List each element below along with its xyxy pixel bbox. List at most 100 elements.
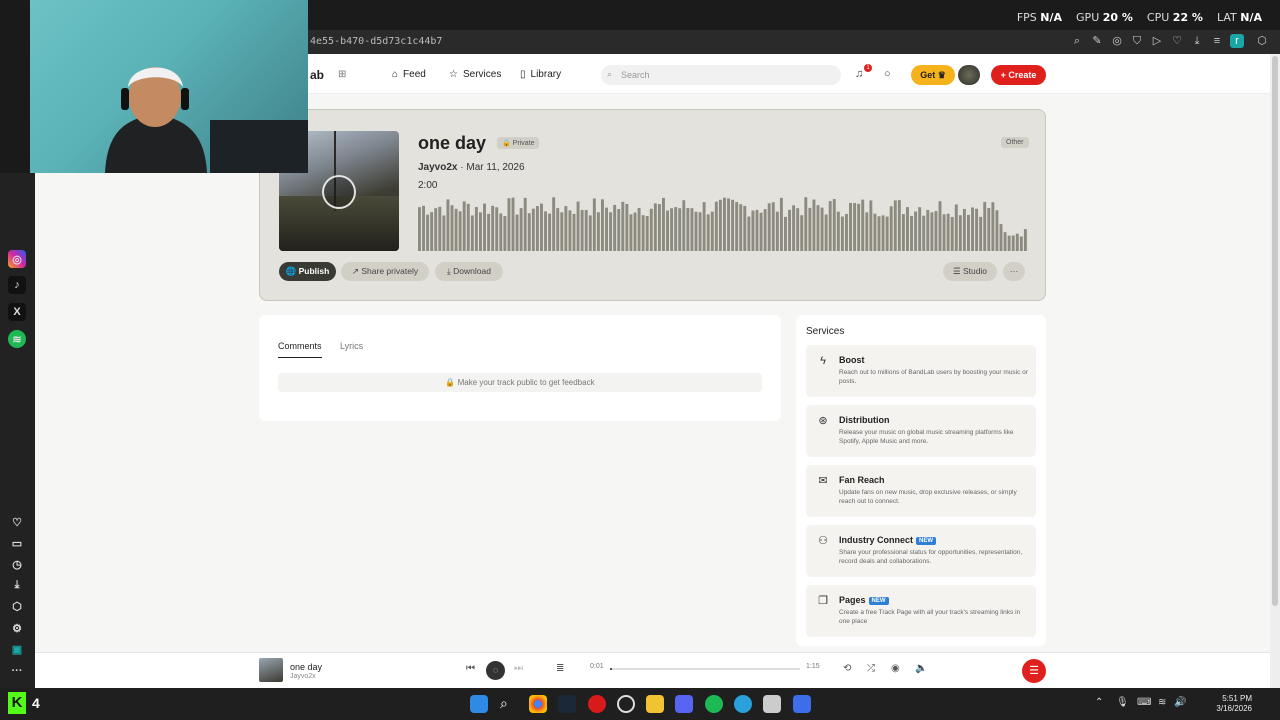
- waveform-bar: [418, 207, 421, 251]
- create-button[interactable]: + Create: [991, 65, 1046, 85]
- waveform-bar: [918, 207, 922, 251]
- cover-play-button[interactable]: [322, 175, 356, 209]
- discord-icon[interactable]: [675, 695, 693, 713]
- extension-icon[interactable]: ▣: [8, 640, 26, 658]
- app-icon[interactable]: [793, 695, 811, 713]
- cube-icon[interactable]: ⬡: [1255, 34, 1269, 48]
- chrome-icon[interactable]: [529, 695, 547, 713]
- repeat-icon[interactable]: ⟲: [843, 663, 851, 674]
- instagram-icon[interactable]: ◎: [8, 250, 26, 268]
- history-icon[interactable]: ◷: [8, 555, 26, 573]
- player-thumbnail[interactable]: [259, 658, 283, 682]
- camera-icon[interactable]: ◎: [1110, 34, 1124, 48]
- player-track-title[interactable]: one day: [290, 662, 322, 672]
- messages-icon[interactable]: ○: [884, 68, 891, 80]
- waveform-bar: [657, 204, 661, 251]
- genre-tag[interactable]: Other: [1001, 137, 1029, 148]
- waveform-bar: [849, 202, 852, 251]
- waveform[interactable]: [418, 195, 1028, 251]
- queue-list-icon[interactable]: ≣: [556, 663, 564, 674]
- nav-feed[interactable]: ⌂ Feed: [392, 69, 426, 80]
- download-button[interactable]: ⤓ Download: [435, 262, 503, 281]
- share-privately-button[interactable]: ↗ Share privately: [341, 262, 429, 281]
- windows-start-icon[interactable]: [470, 695, 488, 713]
- wifi-icon[interactable]: ≋: [1158, 697, 1166, 708]
- cube-icon[interactable]: ⬡: [8, 597, 26, 615]
- waveform-bar: [987, 207, 991, 251]
- waveform-bar: [548, 213, 552, 251]
- scrollbar-thumb[interactable]: [1272, 56, 1278, 606]
- volume-icon[interactable]: 🔈: [915, 663, 927, 674]
- download-icon[interactable]: ⤓: [1190, 34, 1204, 48]
- waveform-bar: [609, 212, 613, 251]
- comments-card: [259, 315, 781, 421]
- waveform-bar: [645, 216, 649, 251]
- player-artist[interactable]: Jayvo2x: [290, 673, 316, 680]
- file-explorer-icon[interactable]: [646, 695, 664, 713]
- studio-button[interactable]: ☰ Studio: [943, 262, 997, 281]
- service-distribution[interactable]: ⊛ Distribution Release your music on glo…: [806, 405, 1036, 457]
- menu-icon[interactable]: ≡: [1210, 34, 1224, 48]
- steam-icon[interactable]: [558, 695, 576, 713]
- play-icon[interactable]: ▷: [1150, 34, 1164, 48]
- edit-icon[interactable]: ✎: [1090, 34, 1104, 48]
- nav-services[interactable]: ☆ Services: [449, 69, 501, 80]
- waveform-bar: [950, 216, 954, 251]
- mic-icon[interactable]: 🎙: [1116, 697, 1129, 708]
- extension-icon[interactable]: r: [1230, 34, 1244, 48]
- obs-icon[interactable]: [617, 695, 635, 713]
- heart-icon[interactable]: ♡: [8, 513, 26, 531]
- brand-logo[interactable]: ab: [310, 68, 324, 82]
- settings-icon[interactable]: ⚙: [8, 619, 26, 637]
- waveform-bar: [906, 207, 909, 251]
- apps-grid-icon[interactable]: ⊞: [338, 69, 346, 80]
- play-pause-button[interactable]: ◌: [486, 661, 505, 680]
- tab-comments[interactable]: Comments: [278, 341, 322, 358]
- spotify-icon[interactable]: [705, 695, 723, 713]
- spotify-icon[interactable]: ≋: [8, 330, 26, 348]
- waveform-bar: [666, 210, 669, 251]
- chevron-up-icon[interactable]: ⌃: [1095, 697, 1103, 708]
- keyboard-icon[interactable]: ⌨: [1137, 697, 1151, 708]
- service-boost[interactable]: ϟ Boost Reach out to millions of BandLab…: [806, 345, 1036, 397]
- service-fan-reach[interactable]: ✉ Fan Reach Update fans on new music, dr…: [806, 465, 1036, 517]
- broadcast-icon[interactable]: ◉: [891, 663, 900, 674]
- shield-icon[interactable]: ⛉: [1130, 34, 1144, 48]
- waveform-bar: [820, 207, 824, 251]
- chat-icon[interactable]: ▭: [8, 534, 26, 552]
- tab-lyrics[interactable]: Lyrics: [340, 341, 363, 351]
- artist-link[interactable]: Jayvo2x: [418, 162, 457, 173]
- url-text[interactable]: 4e55-b470-d5d73c1c44b7: [310, 36, 442, 47]
- minecraft-icon[interactable]: [763, 695, 781, 713]
- opera-icon[interactable]: [588, 695, 606, 713]
- waveform-bar: [775, 211, 779, 251]
- waveform-bar: [434, 208, 438, 251]
- previous-icon[interactable]: ⏮: [466, 663, 475, 674]
- service-pages[interactable]: ❐ Pages NEW Create a free Track Page with…: [806, 585, 1036, 637]
- bell-icon[interactable]: ♫: [855, 68, 863, 80]
- progress-bar[interactable]: [610, 668, 800, 670]
- nav-library[interactable]: ▯ Library: [520, 69, 561, 80]
- service-industry-connect[interactable]: ⚇ Industry Connect NEW Share your profess…: [806, 525, 1036, 577]
- speaker-icon[interactable]: 🔊: [1174, 697, 1186, 708]
- waveform-bar: [1007, 235, 1011, 251]
- publish-button[interactable]: 🌐 Publish: [279, 262, 336, 281]
- search-input[interactable]: Search: [601, 65, 841, 85]
- waveform-bar: [731, 199, 735, 251]
- system-clock[interactable]: 5:51 PM 3/16/2026: [1210, 694, 1252, 714]
- heart-icon[interactable]: ♡: [1170, 34, 1184, 48]
- waveform-bar: [840, 216, 844, 251]
- search-icon[interactable]: ⌕: [1070, 34, 1084, 48]
- x-icon[interactable]: X: [8, 303, 26, 321]
- tiktok-icon[interactable]: ♪: [8, 276, 26, 294]
- download-icon[interactable]: ⤓: [8, 576, 26, 594]
- telegram-icon[interactable]: [734, 695, 752, 713]
- avatar[interactable]: [958, 65, 980, 85]
- next-icon[interactable]: ⏭: [514, 663, 523, 674]
- shuffle-icon[interactable]: ⤮: [867, 663, 875, 674]
- more-icon[interactable]: ···: [8, 662, 26, 680]
- search-icon[interactable]: ⌕: [500, 695, 518, 713]
- more-options-button[interactable]: ···: [1003, 262, 1025, 281]
- get-membership-button[interactable]: Get ♛: [911, 65, 955, 85]
- queue-button[interactable]: ☰: [1022, 659, 1046, 683]
